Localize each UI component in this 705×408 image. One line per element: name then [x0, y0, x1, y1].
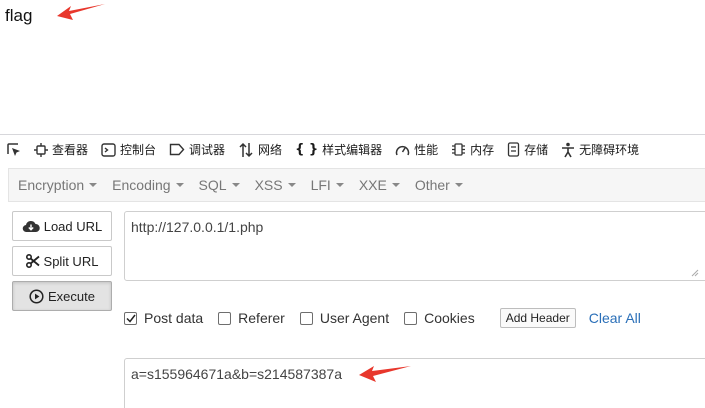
debugger-icon: [169, 143, 185, 156]
annotation-arrow-icon: [57, 4, 105, 20]
checkbox-label: Post data: [144, 310, 204, 326]
checkbox-unchecked-icon: [218, 311, 232, 325]
menu-label: Encryption: [18, 177, 85, 193]
tab-style-editor[interactable]: { } 样式编辑器: [289, 135, 389, 165]
caret-down-icon: [391, 183, 400, 187]
devtools-toolbar: 查看器 控制台 调试器 网络 { } 样式编辑器 性能 内存 存储 无障碍环境: [0, 134, 705, 164]
tab-label: 无障碍环境: [579, 143, 640, 157]
inspector-icon: [34, 142, 48, 157]
picker-icon: [7, 142, 20, 156]
menu-label: LFI: [310, 177, 331, 193]
post-data-checkbox[interactable]: Post data: [124, 310, 203, 326]
annotation-arrow-icon: [359, 366, 411, 382]
menu-encoding[interactable]: Encoding: [112, 177, 184, 193]
tab-debugger[interactable]: 调试器: [163, 135, 232, 165]
menu-lfi[interactable]: LFI: [311, 177, 344, 193]
menu-xxe[interactable]: XXE: [359, 177, 400, 193]
caret-down-icon: [287, 183, 296, 187]
caret-down-icon: [231, 183, 240, 187]
menu-label: XXE: [358, 177, 387, 193]
checkbox-label: Referer: [238, 310, 285, 326]
checkbox-unchecked-icon: [404, 311, 418, 325]
accessibility-icon: [562, 142, 575, 157]
memory-icon: [452, 143, 466, 156]
element-picker-button[interactable]: [0, 135, 28, 165]
url-value: http://127.0.0.1/1.php: [131, 219, 264, 235]
clear-all-link[interactable]: Clear All: [589, 310, 641, 326]
menu-encryption[interactable]: Encryption: [18, 177, 98, 193]
url-textarea[interactable]: http://127.0.0.1/1.php: [124, 211, 705, 281]
options-row: Post data Referer User Agent Cookies Add…: [124, 307, 641, 329]
caret-down-icon: [335, 183, 344, 187]
execute-button[interactable]: Execute: [12, 281, 112, 311]
tab-network[interactable]: 网络: [232, 135, 289, 165]
checkbox-unchecked-icon: [299, 311, 313, 325]
checkbox-label: Cookies: [424, 310, 475, 326]
split-url-button[interactable]: Split URL: [12, 246, 112, 276]
checkbox-checked-icon: [124, 311, 137, 325]
storage-icon: [508, 142, 520, 157]
tab-label: 内存: [470, 143, 495, 157]
button-label: Load URL: [43, 218, 103, 234]
performance-icon: [395, 145, 410, 155]
button-label: Execute: [48, 288, 95, 304]
network-icon: [239, 142, 253, 157]
cloud-download-icon: [22, 220, 40, 233]
hackbar-menu-bar: Encryption Encoding SQL XSS LFI XXE Othe…: [8, 168, 705, 202]
menu-label: XSS: [254, 177, 283, 193]
add-header-button[interactable]: Add Header: [499, 308, 576, 328]
post-data-value: a=s155964671a&b=s214587387a: [131, 366, 342, 382]
tab-label: 存储: [524, 143, 549, 157]
menu-label: Encoding: [112, 177, 171, 193]
tab-performance[interactable]: 性能: [389, 135, 445, 165]
menu-xss[interactable]: XSS: [255, 177, 296, 193]
checkbox-label: User Agent: [319, 310, 390, 326]
tab-label: 控制台: [120, 143, 157, 157]
load-url-button[interactable]: Load URL: [12, 211, 112, 241]
page-output-text: flag: [5, 6, 33, 25]
tab-storage[interactable]: 存储: [501, 135, 555, 165]
console-icon: [101, 142, 116, 157]
tab-accessibility[interactable]: 无障碍环境: [555, 135, 646, 165]
caret-down-icon: [454, 183, 463, 187]
post-data-textarea[interactable]: a=s155964671a&b=s214587387a: [124, 358, 705, 408]
caret-down-icon: [89, 183, 98, 187]
resize-grip-icon[interactable]: [691, 269, 699, 277]
tab-label: 查看器: [52, 143, 89, 157]
tab-label: 样式编辑器: [322, 143, 383, 157]
menu-other[interactable]: Other: [415, 177, 463, 193]
tab-console[interactable]: 控制台: [95, 135, 163, 165]
button-label: Split URL: [43, 253, 99, 269]
tab-inspector[interactable]: 查看器: [28, 135, 95, 165]
tab-memory[interactable]: 内存: [445, 135, 501, 165]
tab-label: 调试器: [189, 143, 226, 157]
referer-checkbox[interactable]: Referer: [218, 310, 285, 326]
scissors-icon: [25, 254, 40, 268]
user-agent-checkbox[interactable]: User Agent: [299, 310, 390, 326]
menu-sql[interactable]: SQL: [199, 177, 240, 193]
tab-label: 网络: [258, 143, 283, 157]
cookies-checkbox[interactable]: Cookies: [404, 310, 475, 326]
style-editor-icon: { }: [295, 142, 319, 157]
play-circle-icon: [29, 288, 44, 304]
tab-label: 性能: [414, 143, 439, 157]
menu-label: SQL: [198, 177, 227, 193]
caret-down-icon: [175, 183, 184, 187]
menu-label: Other: [414, 177, 450, 193]
